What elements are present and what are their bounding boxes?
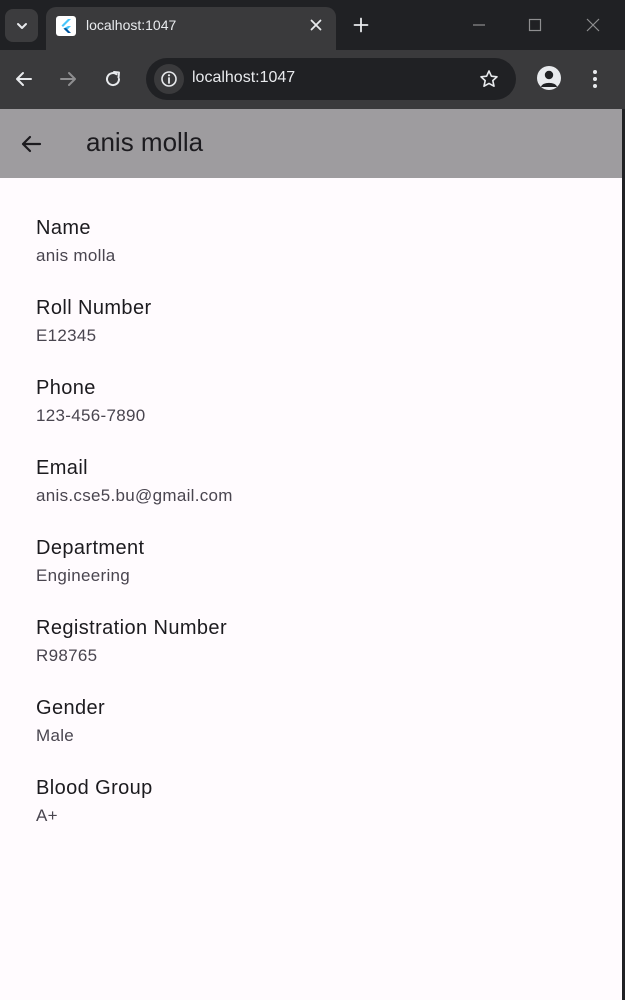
minimize-button[interactable] bbox=[467, 13, 491, 37]
url-text[interactable]: localhost:1047 bbox=[192, 69, 295, 87]
detail-label: Roll Number bbox=[36, 297, 152, 319]
reload-icon bbox=[106, 71, 121, 87]
detail-label: Department bbox=[36, 537, 145, 559]
browser-menu-button[interactable] bbox=[582, 66, 608, 92]
browser-tab[interactable]: localhost:1047 bbox=[46, 7, 336, 50]
detail-field: Department Engineering bbox=[36, 536, 596, 616]
plus-icon bbox=[353, 17, 369, 33]
app-viewport: anis molla Name anis molla Roll Number E123… bbox=[0, 109, 622, 1000]
detail-field: Blood Group A+ bbox=[36, 776, 596, 856]
app-back-button[interactable] bbox=[17, 130, 45, 158]
maximize-button[interactable] bbox=[523, 13, 547, 37]
detail-label: Name bbox=[36, 217, 91, 239]
new-tab-button[interactable] bbox=[349, 13, 373, 37]
forward-button[interactable] bbox=[55, 66, 81, 92]
minimize-icon bbox=[473, 24, 485, 26]
detail-value: Male bbox=[36, 726, 75, 745]
arrow-left-icon bbox=[16, 72, 32, 86]
tab-close-button[interactable] bbox=[306, 15, 326, 35]
window-close-button[interactable] bbox=[581, 13, 605, 37]
app-bar: anis molla bbox=[0, 109, 622, 178]
detail-field: Roll Number E12345 bbox=[36, 296, 596, 376]
detail-field: Gender Male bbox=[36, 696, 596, 776]
detail-label: Blood Group bbox=[36, 777, 153, 799]
detail-field: Name anis molla bbox=[36, 216, 596, 296]
detail-label: Email bbox=[36, 457, 89, 479]
student-details: Name anis molla Roll Number E12345 Phone 123-… bbox=[36, 216, 596, 856]
detail-label: Registration Number bbox=[36, 617, 228, 639]
close-icon bbox=[310, 19, 322, 31]
detail-value: anis molla bbox=[36, 246, 116, 265]
maximize-icon bbox=[528, 18, 542, 32]
star-icon bbox=[480, 70, 498, 87]
page-title: anis molla bbox=[86, 127, 204, 157]
browser-toolbar: localhost:1047 bbox=[0, 50, 625, 109]
detail-field: Registration Number R98765 bbox=[36, 616, 596, 696]
detail-value: A+ bbox=[36, 806, 58, 825]
arrow-right-icon bbox=[60, 72, 76, 86]
arrow-left-icon bbox=[21, 135, 42, 153]
bookmark-button[interactable] bbox=[478, 68, 500, 90]
info-icon bbox=[161, 71, 177, 87]
browser-tab-strip: localhost:1047 bbox=[0, 0, 625, 50]
detail-value: anis.cse5.bu@gmail.com bbox=[36, 486, 233, 505]
detail-label: Gender bbox=[36, 697, 106, 719]
detail-value: Engineering bbox=[36, 566, 131, 585]
person-icon bbox=[541, 70, 557, 87]
detail-value: 123-456-7890 bbox=[36, 406, 146, 425]
chevron-down-icon bbox=[16, 22, 27, 29]
site-info-button[interactable] bbox=[154, 64, 184, 94]
close-icon bbox=[586, 18, 600, 32]
detail-value: E12345 bbox=[36, 326, 97, 345]
detail-label: Phone bbox=[36, 377, 96, 399]
tab-title: localhost:1047 bbox=[86, 17, 177, 33]
detail-field: Phone 123-456-7890 bbox=[36, 376, 596, 456]
back-button[interactable] bbox=[11, 66, 37, 92]
flutter-icon bbox=[56, 16, 76, 36]
detail-field: Email anis.cse5.bu@gmail.com bbox=[36, 456, 596, 536]
profile-button[interactable] bbox=[537, 66, 561, 90]
address-bar[interactable]: localhost:1047 bbox=[146, 58, 516, 100]
detail-value: R98765 bbox=[36, 646, 98, 665]
reload-button[interactable] bbox=[100, 66, 126, 92]
tab-search-button[interactable] bbox=[5, 9, 38, 42]
kebab-icon bbox=[593, 70, 597, 88]
